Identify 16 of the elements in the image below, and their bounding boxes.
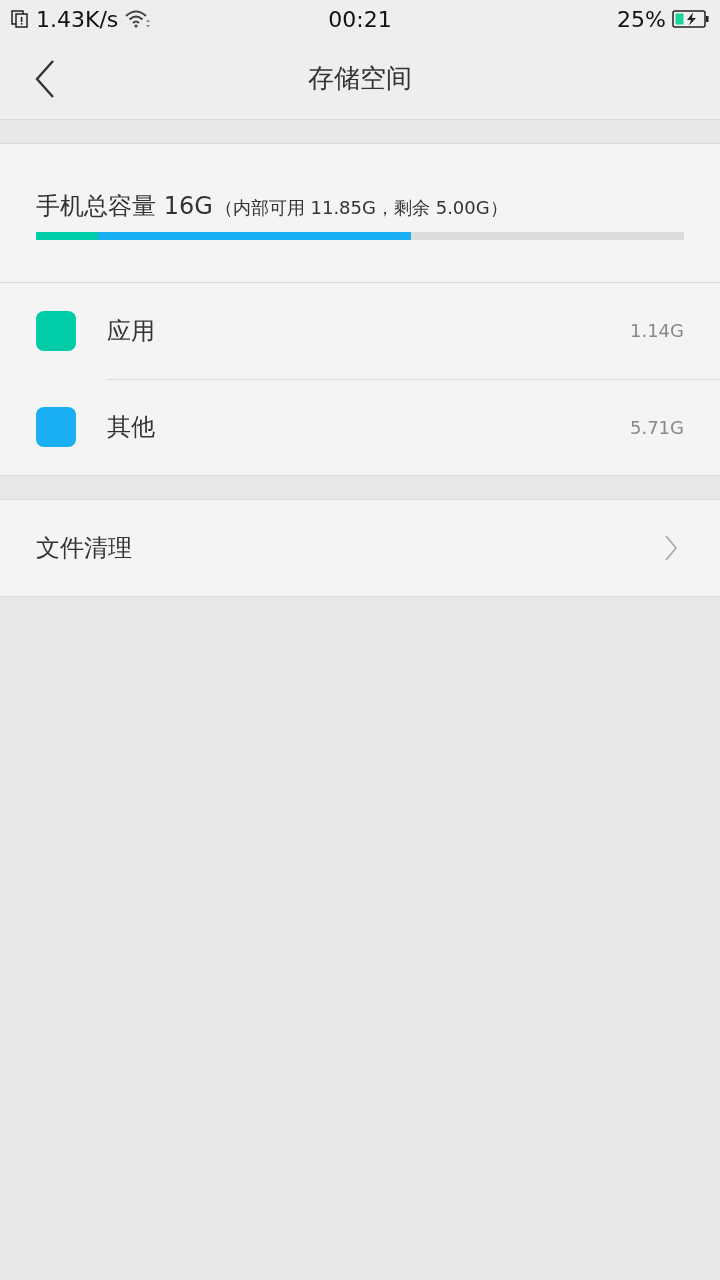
wifi-icon	[124, 9, 151, 29]
file-cleanup-item[interactable]: 文件清理	[0, 500, 720, 596]
capacity-detail: （内部可用 11.85G，剩余 5.00G）	[214, 196, 508, 220]
total-capacity: 手机总容量 16G	[36, 191, 213, 222]
category-name: 应用	[107, 315, 155, 347]
notification-icon	[10, 9, 30, 29]
back-icon	[34, 58, 56, 99]
battery-percent: 25%	[617, 6, 666, 32]
chevron-right-icon	[664, 534, 678, 562]
battery-charging-icon	[672, 9, 710, 29]
category-name: 其他	[107, 412, 155, 443]
category-size: 1.14G	[629, 320, 684, 341]
page-title: 存储空间	[308, 62, 412, 95]
network-speed: 1.43K/s	[36, 6, 119, 32]
clock: 00:21	[328, 6, 392, 32]
category-size: 5.71G	[629, 416, 684, 438]
